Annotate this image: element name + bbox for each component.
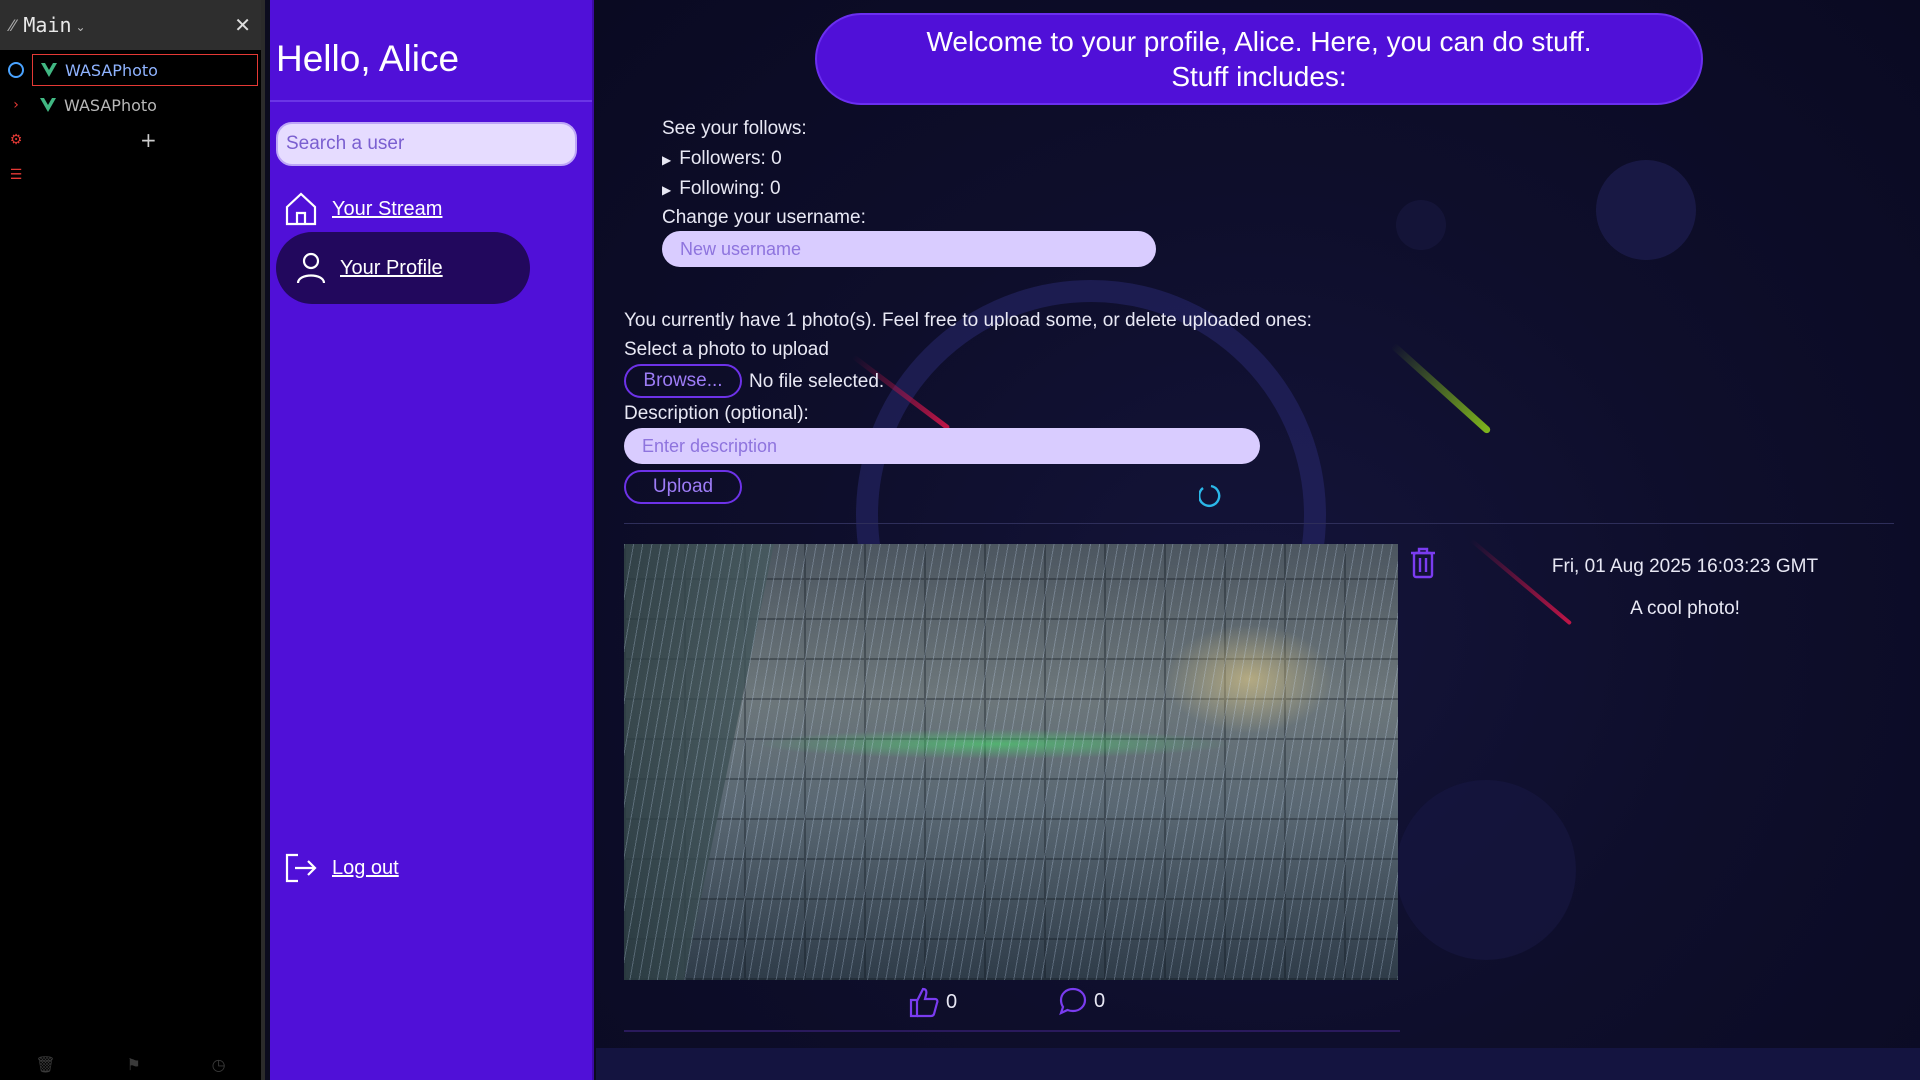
tab-row-inactive: › WASAPhoto [0, 88, 261, 122]
nav-your-profile[interactable]: Your Profile [276, 232, 530, 304]
new-tab-plus-icon[interactable]: + [140, 128, 157, 152]
chevron-down-icon[interactable]: ⌄ [76, 20, 86, 34]
tab-row-active: WASAPhoto [0, 53, 261, 87]
grip-icon: ⁄⁄ [10, 15, 16, 35]
delete-trash-icon[interactable] [1408, 546, 1438, 580]
tab-label: WASAPhoto [64, 95, 157, 115]
divider [270, 100, 592, 102]
panel-title[interactable]: Main [23, 13, 71, 37]
search-input[interactable]: Search a user [276, 122, 577, 166]
followers-count: Followers: 0 [679, 148, 782, 169]
panel-footer: 🗑 ⚑ ◷ [0, 1055, 261, 1074]
panel-header: ⁄⁄ Main ⌄ ✕ [0, 0, 261, 50]
bookmark-icon[interactable]: ⚑ [126, 1055, 140, 1074]
nav-label: Your Profile [340, 256, 443, 279]
clock-icon[interactable]: ◷ [212, 1055, 226, 1074]
circle-icon [0, 62, 32, 78]
vue-logo-icon [41, 63, 57, 77]
section-divider [624, 523, 1894, 524]
triangle-right-icon: ▶ [662, 183, 672, 197]
comment-count: 0 [1094, 989, 1106, 1012]
vue-logo-icon [40, 98, 56, 112]
photos-info: You currently have 1 photo(s). Feel free… [624, 310, 1312, 331]
upload-button[interactable]: Upload [624, 470, 742, 504]
tab-wasaphoto-active[interactable]: WASAPhoto [32, 54, 258, 86]
greeting-heading: Hello, Alice [276, 38, 460, 79]
background-decoration [1390, 342, 1492, 435]
welcome-line: Welcome to your profile, Alice. Here, yo… [926, 26, 1592, 57]
close-icon[interactable]: ✕ [234, 13, 251, 37]
bottom-bar [596, 1048, 1920, 1080]
thumbs-up-icon [909, 987, 939, 1018]
description-input[interactable]: Enter description [624, 428, 1260, 464]
logout-icon [285, 853, 317, 883]
app-sidebar: Hello, Alice Search a user Your Stream Y… [270, 0, 594, 1080]
following-toggle[interactable]: ▶ Following: 0 [662, 178, 781, 200]
home-icon [285, 192, 317, 226]
like-button[interactable]: 0 [908, 986, 957, 1018]
nav-label: Log out [332, 856, 399, 879]
list-row: ☰ [0, 158, 261, 192]
chevron-right-icon[interactable]: › [0, 97, 32, 113]
user-icon [296, 252, 326, 284]
like-count: 0 [946, 990, 958, 1013]
settings-row: ⚙ [0, 123, 261, 157]
nav-log-out[interactable]: Log out [276, 846, 476, 890]
post-date: Fri, 01 Aug 2025 16:03:23 GMT [1551, 556, 1819, 577]
tab-label: WASAPhoto [65, 60, 158, 80]
nav-your-stream[interactable]: Your Stream [276, 186, 536, 232]
gear-icon[interactable]: ⚙ [0, 132, 32, 148]
post-divider [624, 1030, 1400, 1032]
post-description: A cool photo! [1630, 598, 1740, 619]
select-photo-label: Select a photo to upload [624, 339, 829, 360]
no-file-text: No file selected. [749, 371, 885, 392]
following-count: Following: 0 [679, 178, 781, 199]
welcome-line: Stuff includes: [1171, 61, 1347, 92]
background-decoration [1596, 160, 1696, 260]
comment-icon [1059, 987, 1087, 1016]
comment-button[interactable]: 0 [1058, 986, 1105, 1016]
triangle-right-icon: ▶ [662, 153, 672, 167]
background-decoration [1396, 780, 1576, 960]
background-decoration [1396, 200, 1446, 250]
browse-button[interactable]: Browse... [624, 364, 742, 398]
profile-main: Welcome to your profile, Alice. Here, yo… [596, 0, 1920, 1048]
trash-icon[interactable]: 🗑 [35, 1055, 55, 1074]
follows-heading: See your follows: [662, 118, 807, 139]
followers-toggle[interactable]: ▶ Followers: 0 [662, 148, 782, 170]
change-username-label: Change your username: [662, 207, 866, 228]
loading-spinner-icon [1199, 484, 1221, 507]
welcome-banner: Welcome to your profile, Alice. Here, yo… [815, 13, 1703, 105]
tab-wasaphoto[interactable]: WASAPhoto [32, 89, 258, 121]
list-icon[interactable]: ☰ [0, 167, 32, 183]
new-username-input[interactable]: New username [662, 231, 1156, 267]
post-photo[interactable] [624, 544, 1398, 980]
browser-side-panel: ⁄⁄ Main ⌄ ✕ WASAPhoto › WASAPhoto ⚙ + ☰ … [0, 0, 265, 1080]
nav-label: Your Stream [332, 197, 443, 220]
description-label: Description (optional): [624, 403, 809, 424]
